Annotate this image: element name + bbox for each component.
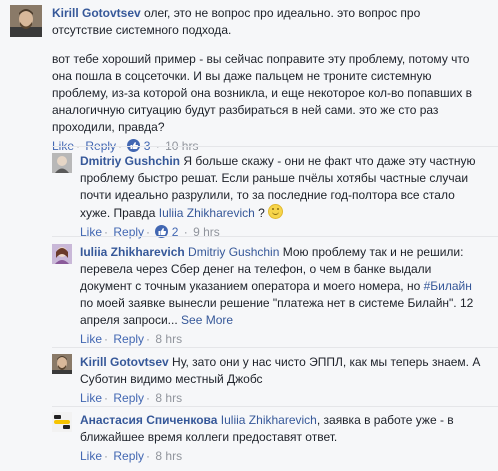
hashtag-link[interactable]: #Билайн — [424, 279, 472, 293]
avatar-photo-icon — [52, 354, 72, 374]
comment-text: по моей заявке вынесли решение "платежа … — [80, 296, 474, 327]
avatar-photo-icon — [52, 412, 72, 432]
timestamp[interactable]: 8 hrs — [155, 449, 182, 463]
mention-link[interactable]: Iuliia Zhikharevich — [159, 206, 255, 220]
smile-emoji-icon — [268, 204, 284, 219]
mention-link[interactable]: Iuliia Zhikharevich — [221, 413, 317, 427]
comment-author[interactable]: Kirill Gotovtsev — [80, 355, 169, 369]
avatar[interactable] — [52, 153, 72, 173]
timestamp[interactable]: 8 hrs — [155, 391, 182, 405]
reply-link[interactable]: Reply — [113, 332, 144, 346]
like-link[interactable]: Like — [80, 332, 102, 346]
avatar[interactable] — [52, 412, 72, 432]
divider — [52, 236, 498, 237]
avatar-photo-icon — [10, 5, 42, 37]
mention-link[interactable]: Dmitriy Gushchin — [188, 245, 279, 259]
comment-author[interactable]: Kirill Gotovtsev — [52, 6, 141, 20]
avatar-photo-icon — [52, 153, 72, 173]
comment-text: вот тебе хороший пример - вы сейчас попр… — [52, 52, 473, 134]
reply-link[interactable]: Reply — [113, 391, 144, 405]
comment-author[interactable]: Dmitriy Gushchin — [80, 154, 180, 168]
comment-author[interactable]: Iuliia Zhikharevich — [80, 245, 185, 259]
like-link[interactable]: Like — [80, 391, 102, 405]
timestamp[interactable]: 8 hrs — [155, 332, 182, 346]
avatar[interactable] — [52, 244, 72, 264]
see-more-link[interactable]: See More — [181, 313, 233, 327]
divider — [52, 406, 498, 407]
like-link[interactable]: Like — [80, 449, 102, 463]
comment-thread: Kirill Gotovtsev олег, это не вопрос про… — [0, 0, 498, 471]
comment-author[interactable]: Анастасия Спиченкова — [80, 413, 217, 427]
avatar-photo-icon — [52, 244, 72, 264]
avatar[interactable] — [52, 354, 72, 374]
comment-text: ? — [258, 206, 265, 220]
divider — [52, 146, 498, 147]
divider — [52, 347, 498, 348]
avatar[interactable] — [10, 5, 42, 37]
reply-link[interactable]: Reply — [113, 449, 144, 463]
